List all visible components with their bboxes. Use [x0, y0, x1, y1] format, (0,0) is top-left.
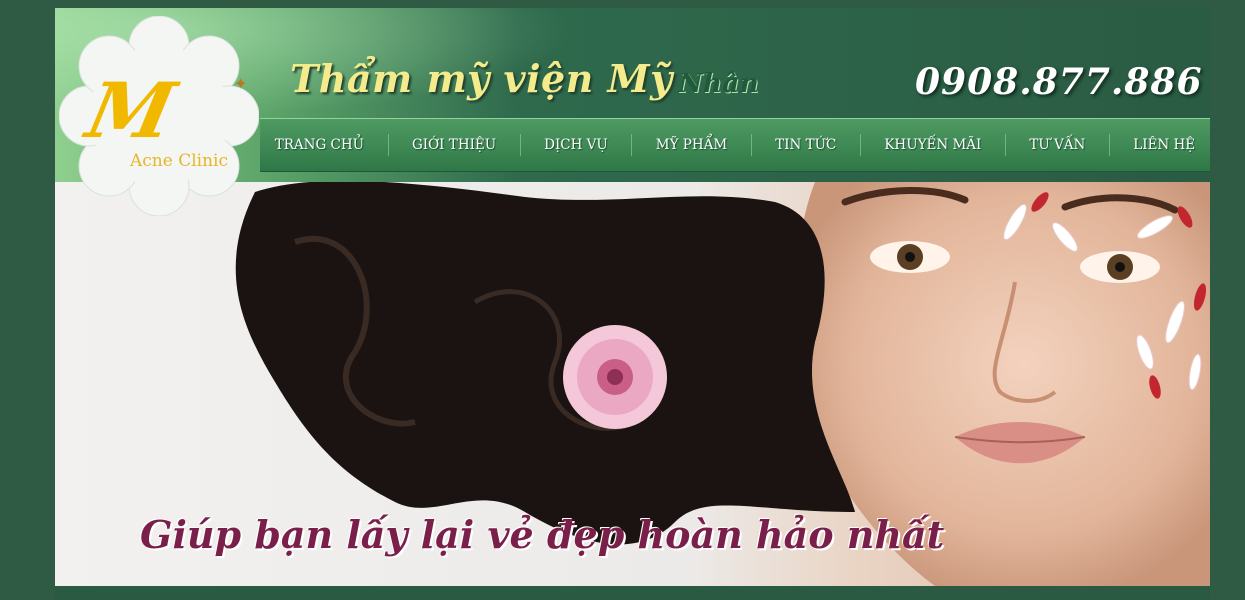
hotline-phone[interactable]: 0908.877.886: [915, 61, 1203, 103]
nav-item-cosmetics[interactable]: MỸ PHẨM: [650, 137, 733, 153]
nav-divider: [1108, 134, 1110, 156]
nav-divider: [631, 134, 633, 156]
nav-item-promotions[interactable]: KHUYẾN MÃI: [878, 137, 987, 153]
site-title-main: Thẩm mỹ viện Mỹ: [290, 56, 673, 101]
hair-flower: [563, 325, 667, 429]
nav-item-home[interactable]: TRANG CHỦ: [269, 137, 370, 153]
hero-slogan: Giúp bạn lấy lại vẻ đẹp hoàn hảo nhất: [140, 512, 945, 557]
bottom-strip: [55, 586, 1210, 600]
nav-divider: [859, 134, 861, 156]
nav-divider: [1004, 134, 1006, 156]
clinic-logo[interactable]: M ✦ Acne Clinic: [59, 16, 259, 216]
main-nav: TRANG CHỦ GIỚI THIỆU DỊCH VỤ MỸ PHẨM TIN…: [260, 118, 1210, 172]
logo-text: Acne Clinic: [130, 151, 228, 171]
page-frame: Thẩm mỹ viện Mỹ Nhân 0908.877.886 TRANG C…: [55, 8, 1210, 600]
nav-item-contact[interactable]: LIÊN HỆ: [1127, 137, 1201, 153]
nav-divider: [387, 134, 389, 156]
nav-item-about[interactable]: GIỚI THIỆU: [406, 137, 502, 153]
site-title-accent: Nhân: [678, 69, 760, 99]
nav-divider: [750, 134, 752, 156]
butterfly-icon: ✦: [234, 74, 248, 93]
hair-shape: [235, 182, 855, 545]
site-title[interactable]: Thẩm mỹ viện Mỹ Nhân: [290, 56, 759, 101]
nav-divider: [519, 134, 521, 156]
nav-item-consulting[interactable]: TƯ VẤN: [1023, 137, 1091, 153]
nav-item-services[interactable]: DỊCH VỤ: [538, 137, 614, 153]
nav-item-news[interactable]: TIN TỨC: [769, 137, 842, 153]
hero-banner[interactable]: Giúp bạn lấy lại vẻ đẹp hoàn hảo nhất: [55, 182, 1210, 586]
